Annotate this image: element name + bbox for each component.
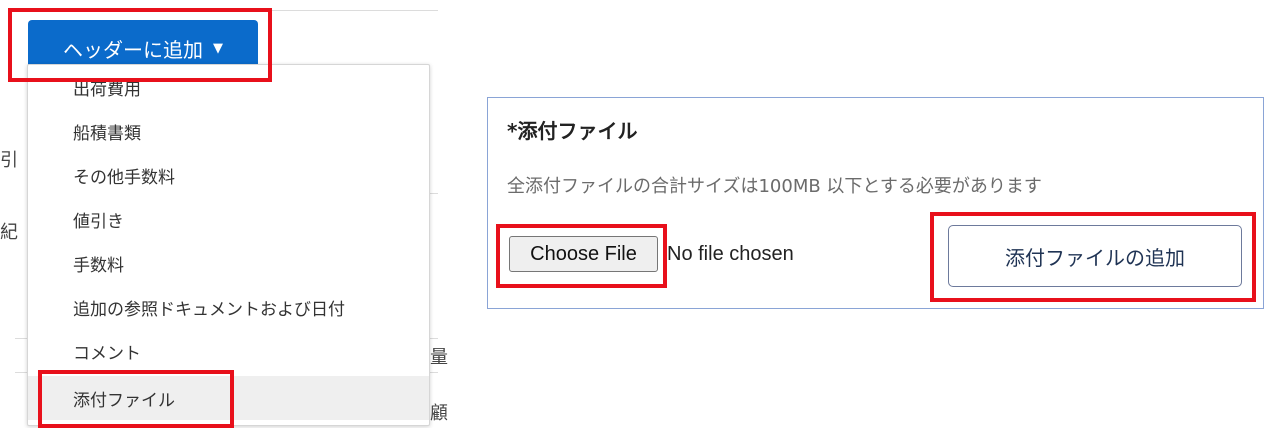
menu-item-reference-documents[interactable]: 追加の参照ドキュメントおよび日付 [28, 285, 429, 329]
menu-item-label: その他手数料 [73, 167, 175, 188]
menu-item-shipping-documents[interactable]: 船積書類 [28, 109, 429, 153]
highlight-box [38, 370, 234, 428]
background-label-fragment: 紀 [0, 222, 18, 243]
menu-item-label: 追加の参照ドキュメントおよび日付 [73, 299, 345, 320]
attachment-size-note: 全添付ファイルの合計サイズは100MB 以下とする必要があります [507, 176, 1042, 197]
highlight-box [930, 212, 1256, 302]
background-column-fragment: 顧 [430, 403, 448, 424]
background-label-fragment: 引 [0, 150, 18, 171]
highlight-box [496, 224, 667, 288]
menu-item-other-fees[interactable]: その他手数料 [28, 153, 429, 197]
menu-item-fee[interactable]: 手数料 [28, 241, 429, 285]
menu-item-discount[interactable]: 値引き [28, 197, 429, 241]
menu-item-label: 値引き [73, 211, 124, 232]
menu-item-label: 船積書類 [73, 123, 141, 144]
menu-item-label: コメント [73, 343, 141, 364]
menu-item-label: 手数料 [73, 255, 124, 276]
menu-item-comment[interactable]: コメント [28, 329, 429, 373]
file-status-text: No file chosen [667, 243, 794, 265]
background-column-fragment: 量 [430, 347, 448, 368]
highlight-box [8, 8, 272, 82]
attachment-title: *添付ファイル [507, 119, 638, 143]
